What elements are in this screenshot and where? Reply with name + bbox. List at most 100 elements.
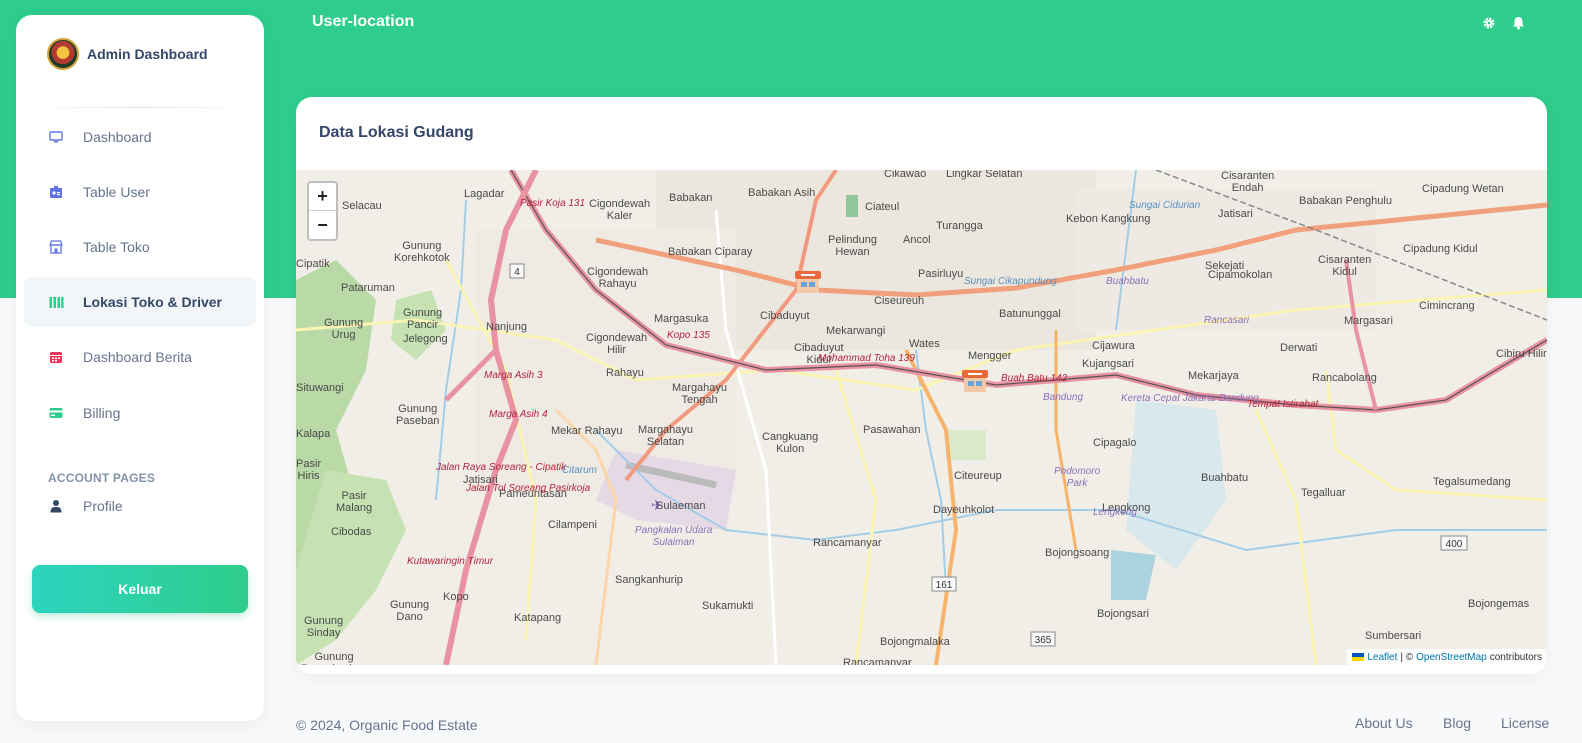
map-place-label: Cijawura <box>1092 340 1135 352</box>
location-card: Data Lokasi Gudang 4 161 365 400 ✈ Selac… <box>296 97 1547 674</box>
map-place-label: Ciateul <box>865 201 900 213</box>
sidebar-item-dashboard-berita[interactable]: Dashboard Berita <box>24 332 256 382</box>
map-place-label: Cigondewah Rahayu <box>587 266 649 290</box>
map-place-label: Babakan Ciparay <box>668 246 753 258</box>
map-place-label: Cipadung Wetan <box>1422 183 1504 195</box>
footer-link-blog[interactable]: Blog <box>1443 715 1471 731</box>
sidebar-item-label: Table User <box>83 184 150 200</box>
svg-text:161: 161 <box>936 580 953 591</box>
sidebar-item-profile[interactable]: Profile <box>24 481 256 531</box>
map-place-label: Pasir Hiris <box>296 458 322 482</box>
svg-text:4: 4 <box>514 267 520 278</box>
map-place-label: Rancabolang <box>1312 372 1377 384</box>
id-card-icon <box>48 184 64 200</box>
user-icon <box>48 498 64 514</box>
map-place-label: Rancamanyar <box>843 657 912 665</box>
warehouse-marker[interactable] <box>960 366 990 394</box>
map-place-label: Cigondewah Kaler <box>589 198 651 222</box>
map-place-label: Ciseureuh <box>874 295 925 307</box>
map-road-label: Tempat Istirahat <box>1247 399 1319 410</box>
map-place-label: Gunung Pancir <box>403 307 443 331</box>
map-place-label: Margasuka <box>654 313 709 325</box>
map-road-label: Sungai Cikapundung <box>964 276 1057 287</box>
map-place-label: Kebon Kangkung <box>1066 213 1151 225</box>
map-place-label: Bojongsoang <box>1045 547 1110 559</box>
zoom-out-button[interactable]: − <box>309 211 336 239</box>
map-place-label: Mengger <box>968 350 1012 362</box>
map-place-label: Cipamokolan <box>1208 269 1273 281</box>
sidebar-item-billing[interactable]: Billing <box>24 388 256 438</box>
warehouse-marker[interactable] <box>793 267 823 295</box>
map-place-label: Sulaeman <box>656 500 706 512</box>
sidebar-item-table-toko[interactable]: Table Toko <box>24 222 256 272</box>
map-place-label: Citeureup <box>954 470 1002 482</box>
map-place-label: Margahayu Tengah <box>672 382 728 406</box>
calendar-icon <box>48 349 64 365</box>
footer-copyright: © 2024, Organic Food Estate <box>296 717 478 733</box>
map-place-label: Lingkar Selatan <box>946 170 1023 180</box>
gear-icon[interactable] <box>1482 16 1496 30</box>
emblem-logo <box>47 38 79 70</box>
sidebar-item-lokasi-toko-driver[interactable]: Lokasi Toko & Driver <box>24 277 256 327</box>
sidebar-item-table-user[interactable]: Table User <box>24 167 256 217</box>
brand[interactable]: Admin Dashboard <box>47 38 208 70</box>
map-place-label: Babakan Penghulu <box>1299 195 1392 207</box>
map-place-label: Nanjung <box>486 321 527 333</box>
map-place-label: Bojongsari <box>1097 608 1149 620</box>
footer-link-about-us[interactable]: About Us <box>1355 715 1413 731</box>
map-road-label: Bandung <box>1043 392 1084 403</box>
map-place-label: Cisaranten Endah <box>1221 170 1275 194</box>
map-place-label: Gunung Paseban <box>396 403 440 427</box>
sidebar-item-dashboard[interactable]: Dashboard <box>24 112 256 162</box>
map-place-label: Wates <box>909 338 940 350</box>
zoom-control: + − <box>307 181 338 241</box>
sidebar-item-label: Profile <box>83 498 123 514</box>
map-place-label: Selacau <box>342 200 382 212</box>
map-place-label: Pasawahan <box>863 424 921 436</box>
map-place-label: Kopo <box>443 591 469 603</box>
map-place-label: Tegalsumedang <box>1433 476 1511 488</box>
attribution-suffix: contributors <box>1489 651 1542 663</box>
bell-icon[interactable] <box>1511 16 1525 30</box>
map[interactable]: 4 161 365 400 ✈ Selacau Lagadar Cigondewah… <box>296 170 1547 665</box>
svg-text:365: 365 <box>1035 635 1052 646</box>
map-place-label: Mekar Rahayu <box>551 425 623 437</box>
map-road-label: Mohammad Toha 139 <box>818 353 915 364</box>
map-place-label: Cilampeni <box>548 519 597 531</box>
map-place-label: Lagadar <box>464 188 505 200</box>
map-place-label: Cipagalo <box>1093 437 1137 449</box>
leaflet-link[interactable]: Leaflet <box>1367 652 1397 663</box>
openstreetmap-link[interactable]: OpenStreetMap <box>1416 652 1487 663</box>
map-place-label: Kujangsari <box>1082 358 1134 370</box>
map-place-label: Katapang <box>514 612 562 624</box>
footer-link-license[interactable]: License <box>1501 715 1549 731</box>
map-place-label: Babakan <box>669 192 713 204</box>
map-road-label: Kutawaringin Timur <box>407 556 494 567</box>
map-road-label: Lengkong <box>1093 507 1137 518</box>
map-place-label: Cisaranten Kidul <box>1318 254 1372 278</box>
map-place-label: Mekarwangi <box>826 325 886 337</box>
sidebar-item-label: Lokasi Toko & Driver <box>83 294 223 310</box>
zoom-in-button[interactable]: + <box>309 183 336 211</box>
sidebar-item-label: Billing <box>83 405 121 421</box>
map-place-label: Gunung Urug <box>324 317 364 341</box>
map-road-label: Kereta Cepat Jakarta-Bandung <box>1121 393 1259 404</box>
page-title: User-location <box>312 13 415 30</box>
map-place-label: Margahayu Selatan <box>638 424 694 448</box>
map-road-label: Kopo 135 <box>667 330 710 341</box>
map-place-label: Tegalluar <box>1301 487 1346 499</box>
map-place-label: Sukamukti <box>702 600 754 612</box>
map-place-label: Dayeuhkolot <box>933 504 995 516</box>
map-place-label: Cibodas <box>331 526 372 538</box>
sidebar-item-label: Dashboard <box>83 129 152 145</box>
map-place-label: GunungPuncaksalam <box>301 651 367 665</box>
sidebar-item-label: Dashboard Berita <box>83 349 192 365</box>
sidebar-divider <box>32 107 248 108</box>
map-place-label: Cibiru Hilir <box>1496 348 1547 360</box>
map-place-label: Cangkuang Kulon <box>762 431 819 455</box>
logout-button[interactable]: Keluar <box>32 565 248 613</box>
map-place-label: Jatisari <box>1218 208 1253 220</box>
map-road-label: Marga Asih 3 <box>484 370 543 381</box>
credit-card-icon <box>48 405 64 421</box>
store-icon <box>48 239 64 255</box>
